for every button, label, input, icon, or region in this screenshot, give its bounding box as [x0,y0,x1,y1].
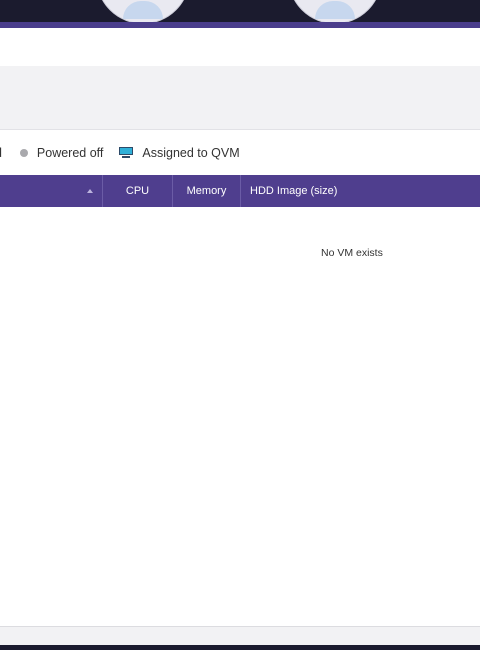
top-window-bar [0,0,480,24]
app-icon-graphic [123,1,163,19]
app-icon-circle[interactable] [96,0,190,24]
column-header-memory[interactable]: Memory [173,175,240,207]
column-header-hdd-label: HDD Image (size) [250,185,338,197]
legend-item-qvm: Assigned to QVM [119,145,240,160]
column-header-hdd[interactable]: HDD Image (size) [250,175,480,207]
table-footer [0,627,480,645]
status-dot-icon [19,148,28,157]
legend-item-powered-off: Powered off [19,145,104,160]
vm-table-header: CPU Memory HDD Image (size) [0,175,480,207]
column-divider[interactable] [240,175,241,207]
monitor-icon [119,146,134,159]
sort-ascending-icon[interactable] [87,189,93,193]
status-legend: ed Powered off Assigned to QVM [0,130,480,175]
panel-header [0,28,480,66]
column-header-cpu[interactable]: CPU [103,175,172,207]
empty-state-message: No VM exists [321,247,383,259]
app-icon-graphic [315,1,355,19]
app-icon-circle[interactable] [288,0,382,24]
legend-label-partial: ed [0,146,2,160]
toolbar-area [0,66,480,129]
column-header-memory-label: Memory [186,185,227,197]
legend-label-powered-off: Powered off [36,145,104,160]
column-header-name[interactable] [0,175,102,207]
vm-table-body: No VM exists [0,207,480,626]
legend-item-partial: ed [0,146,2,160]
legend-label-qvm: Assigned to QVM [142,145,240,160]
column-header-cpu-label: CPU [125,185,150,197]
bottom-window-bar [0,645,480,650]
